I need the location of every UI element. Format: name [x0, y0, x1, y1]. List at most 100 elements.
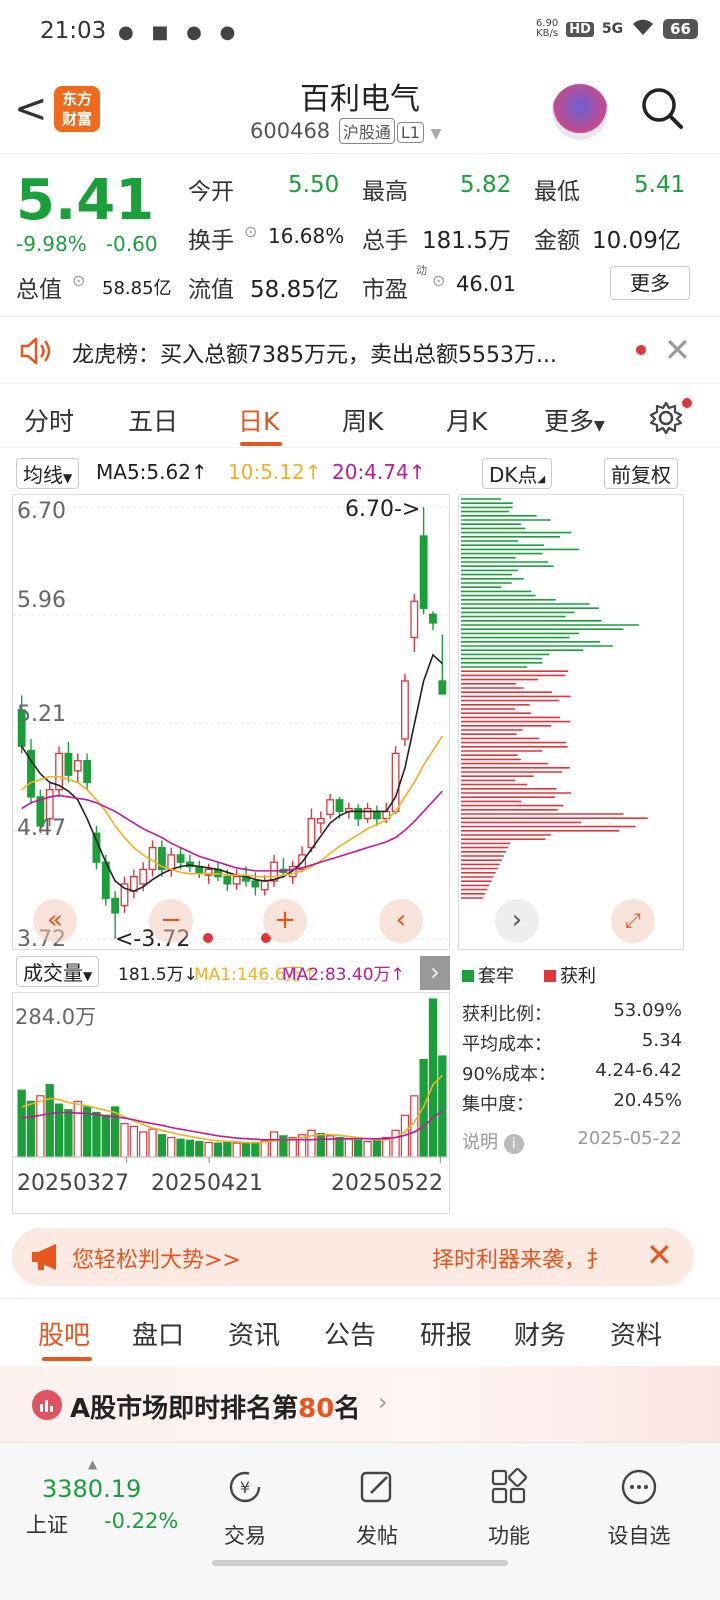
nav-add-watchlist[interactable]: 设自选: [584, 1467, 694, 1550]
index-name: 上证: [26, 1513, 68, 1537]
edit-icon: [360, 1471, 392, 1503]
volume-bar: [428, 998, 438, 1158]
chevron-down-icon[interactable]: ▼: [431, 126, 442, 142]
signal-dot: [203, 933, 213, 943]
ai-assistant-icon[interactable]: [552, 84, 608, 140]
notice-bar[interactable]: 龙虎榜：买入总额7385万元，卖出总额5553万... ✕: [0, 316, 720, 384]
volume-bar: [307, 1129, 316, 1158]
volume-bar: [241, 1143, 251, 1158]
tag-level: L1: [396, 122, 424, 143]
candle-body: [251, 880, 260, 888]
close-icon[interactable]: ✕: [646, 1236, 673, 1274]
speaker-icon: [20, 337, 51, 365]
candle: [83, 753, 92, 790]
close-icon[interactable]: ✕: [664, 331, 691, 369]
tab-news[interactable]: 资讯: [228, 1315, 280, 1352]
ma20-value: 20:4.74↑: [332, 460, 426, 484]
tab-profile[interactable]: 资料: [610, 1315, 662, 1352]
more-button[interactable]: 更多: [610, 266, 690, 300]
adjust-button[interactable]: 前复权: [604, 458, 678, 489]
tab-intraday[interactable]: 分时: [24, 402, 74, 438]
content-tabs: 股吧 盘口 资讯 公告 研报 财务 资料: [0, 1298, 720, 1366]
settings-badge: [682, 398, 692, 408]
open-value: 5.50: [288, 172, 340, 198]
promo-banner[interactable]: 您轻松判大势>> 择时利器来袭，扌 ✕: [12, 1228, 694, 1286]
candle-body: [335, 799, 344, 813]
index-ticker[interactable]: ▲ 3380.19 上证 -0.22%: [26, 1457, 196, 1537]
zoom-out-button[interactable]: −: [149, 899, 193, 943]
info-icon[interactable]: ⊙: [244, 222, 257, 241]
concentration-value: 20.45%: [613, 1090, 682, 1111]
candle: [401, 673, 409, 747]
expand-icon[interactable]: ⤢: [611, 899, 655, 943]
svg-text:¥: ¥: [240, 1478, 250, 1497]
chip-distribution-chart[interactable]: › ⤢: [458, 494, 684, 950]
chip-next-button[interactable]: ›: [495, 899, 539, 943]
volume-selector[interactable]: 成交量▼: [16, 956, 100, 987]
kline-chart[interactable]: 6.70 5.96 5.21 4.47 3.72 6.70-> <-3.72 «…: [12, 494, 450, 952]
x-tick: 20250327: [17, 1171, 129, 1196]
max-price-annotation: 6.70->: [345, 497, 421, 522]
volume-bar: [251, 1141, 260, 1158]
volume-bar: [120, 1123, 129, 1158]
tab-daily-k[interactable]: 日K: [238, 402, 279, 438]
candle-body: [354, 807, 363, 820]
candle: [410, 593, 419, 652]
nav-functions[interactable]: 功能: [454, 1467, 564, 1550]
network-speed: 6.90 KB/s: [535, 18, 559, 39]
candle-body: [167, 854, 176, 871]
candle-body: [316, 818, 325, 824]
scroll-left-fast-button[interactable]: «: [33, 899, 77, 943]
scroll-left-button[interactable]: ‹: [379, 899, 423, 943]
tab-weekly-k[interactable]: 周K: [342, 402, 383, 438]
status-time: 21:03: [40, 18, 107, 44]
stock-code-row: 600468 沪股通 L1 ▼: [250, 118, 441, 144]
volume-bar: [269, 1131, 279, 1158]
candle: [195, 860, 204, 879]
candle-body: [410, 600, 419, 639]
tab-more[interactable]: 更多▼: [544, 402, 605, 438]
y-tick: 6.70: [17, 499, 66, 524]
tab-announcements[interactable]: 公告: [324, 1315, 376, 1352]
volume-bar: [372, 1139, 382, 1158]
ma-selector[interactable]: 均线▼: [16, 458, 80, 489]
tab-finance[interactable]: 财务: [514, 1315, 566, 1352]
amount-label: 金额: [534, 228, 580, 254]
candle: [27, 738, 35, 805]
banner-text-right: 择时利器来袭，扌: [432, 1248, 609, 1273]
tab-guba[interactable]: 股吧: [38, 1315, 90, 1352]
settings-icon[interactable]: [648, 400, 684, 436]
tab-five-day[interactable]: 五日: [128, 402, 178, 438]
nav-trade[interactable]: ¥ 交易: [190, 1467, 300, 1550]
volume-bar: [185, 1139, 195, 1158]
candle-body: [176, 854, 185, 863]
candle: [316, 811, 325, 834]
index-change: -0.22%: [104, 1509, 179, 1533]
candle: [363, 802, 372, 824]
volume-value: 181.5万↓: [118, 965, 198, 985]
info-icon[interactable]: ⊙: [432, 271, 445, 290]
avg-cost-value: 5.34: [641, 1030, 682, 1051]
nav-post[interactable]: 发帖: [322, 1467, 432, 1550]
rank-icon: [32, 1390, 62, 1420]
tab-research[interactable]: 研报: [420, 1315, 472, 1352]
tab-pankou[interactable]: 盘口: [132, 1315, 184, 1352]
expand-indicator-button[interactable]: ›: [420, 956, 450, 990]
notice-text: 龙虎榜：买入总额7385万元，卖出总额5553万...: [72, 343, 557, 368]
market-rank-row[interactable]: A股市场即时排名第80名 ›: [0, 1366, 720, 1442]
dk-point-button[interactable]: DK点◢: [482, 458, 553, 489]
x-tick: 20250421: [151, 1171, 263, 1196]
index-value: 3380.19: [42, 1475, 142, 1503]
volume-bar: [167, 1136, 176, 1158]
candle-body: [232, 876, 241, 885]
pe-label: 市盈: [362, 277, 408, 303]
note-link[interactable]: 说明 i: [462, 1128, 524, 1154]
info-icon[interactable]: ⊙: [72, 271, 85, 290]
volume-chart[interactable]: 284.0万 20250327 20250421 20250522: [12, 992, 450, 1214]
banner-text-left: 您轻松判大势>>: [72, 1248, 241, 1273]
search-icon[interactable]: [640, 86, 684, 130]
zoom-in-button[interactable]: +: [263, 899, 307, 943]
kline-svg: [13, 506, 449, 940]
tab-monthly-k[interactable]: 月K: [446, 402, 487, 438]
volume-bar: [148, 1128, 157, 1158]
